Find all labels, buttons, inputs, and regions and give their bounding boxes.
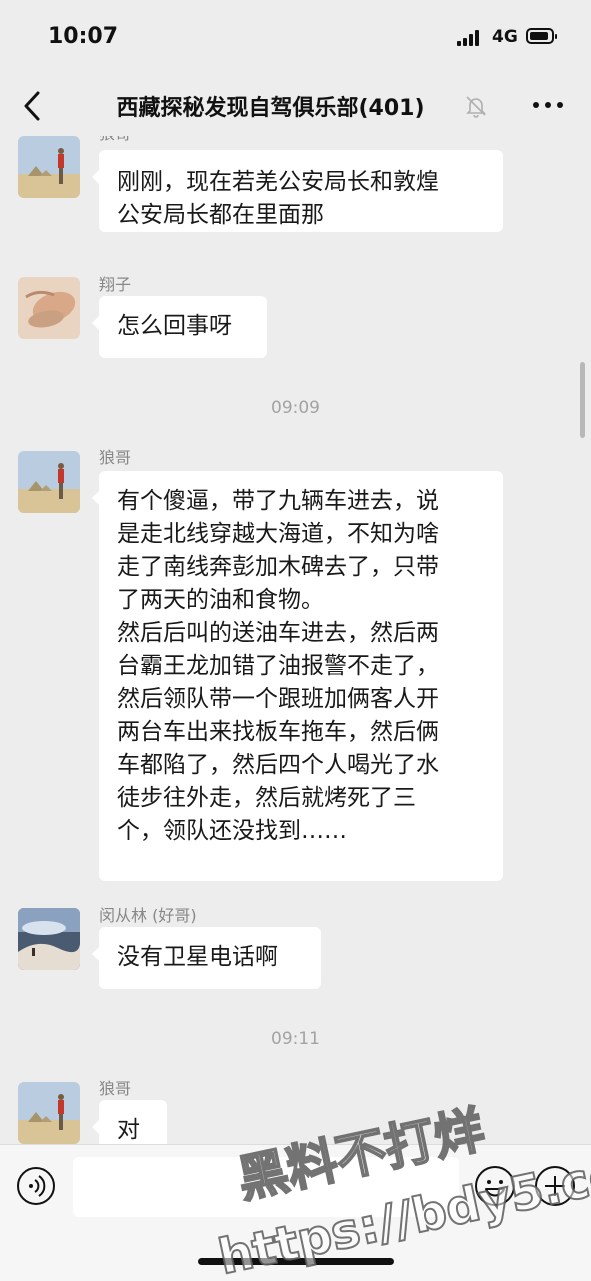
message-text: 对 <box>117 1117 140 1143</box>
message-list[interactable]: 狼哥 刚刚，现在若羌公安局长和敦煌 公安局长都在里面那 翔子 怎么回事呀 09:… <box>0 136 591 1144</box>
voice-input-icon[interactable] <box>16 1166 56 1206</box>
battery-icon <box>526 28 557 44</box>
message-bubble[interactable]: 没有卫星电话啊 <box>92 927 321 989</box>
sender-name: 闵从林 (好哥) <box>99 906 197 925</box>
status-bar: 10:07 4G <box>0 0 591 74</box>
back-arrow-icon[interactable] <box>14 86 54 126</box>
avatar[interactable] <box>18 1082 80 1144</box>
message-text: 刚刚，现在若羌公安局长和敦煌 <box>117 169 439 195</box>
sender-name: 狼哥 <box>99 136 131 144</box>
more-options-icon[interactable] <box>528 92 568 118</box>
emoji-icon[interactable] <box>474 1165 516 1207</box>
message-text: 徒步往外走，然后就烤死了三 <box>117 785 416 811</box>
message-text: 然后后叫的送油车进去，然后两 <box>117 620 439 646</box>
sender-name: 狼哥 <box>99 1079 132 1098</box>
scrollbar[interactable] <box>580 362 585 438</box>
timestamp-separator: 09:09 <box>271 398 320 418</box>
message-text: 车都陷了，然后四个人喝光了水 <box>117 752 439 778</box>
avatar[interactable] <box>18 277 80 339</box>
message-text: 有个傻逼，带了九辆车进去，说 <box>117 488 439 514</box>
message-text: 了两天的油和食物。 <box>117 587 324 613</box>
sender-name: 翔子 <box>99 275 132 294</box>
sender-name: 狼哥 <box>99 448 132 467</box>
avatar-desert-image <box>18 136 80 198</box>
avatar-desert-image <box>18 451 80 513</box>
message-text: 然后领队带一个跟班加俩客人开 <box>117 686 439 712</box>
mute-bell-icon <box>466 96 486 118</box>
message-text: 个，领队还没找到…… <box>117 818 347 844</box>
avatar[interactable] <box>18 451 80 513</box>
message-bubble[interactable]: 有个傻逼，带了九辆车进去，说 是走北线穿越大海道，不知为啥 走了南线奔彭加木碑去… <box>92 471 503 881</box>
message-text: 台霸王龙加错了油报警不走了， <box>117 653 439 679</box>
message-bubble[interactable]: 怎么回事呀 <box>92 296 267 358</box>
timestamp-separator: 09:11 <box>271 1029 320 1049</box>
message-input[interactable] <box>73 1157 459 1217</box>
message-bubble[interactable]: 刚刚，现在若羌公安局长和敦煌 公安局长都在里面那 <box>92 150 503 232</box>
chat-header: 西藏探秘发现自驾俱乐部(401) <box>0 74 591 136</box>
signal-icon <box>457 30 483 46</box>
home-indicator[interactable] <box>198 1258 394 1265</box>
message-text: 怎么回事呀 <box>117 313 232 339</box>
message-text: 是走北线穿越大海道，不知为啥 <box>117 521 439 547</box>
avatar[interactable] <box>18 136 80 198</box>
avatar-desert-image <box>18 1082 80 1144</box>
add-more-icon[interactable] <box>534 1165 576 1207</box>
avatar-hand-image <box>18 277 80 339</box>
avatar-landscape-image <box>18 908 80 970</box>
message-text: 走了南线奔彭加木碑去了，只带 <box>117 554 439 580</box>
network-type: 4G <box>492 27 518 47</box>
message-bubble[interactable]: 对 <box>92 1100 167 1144</box>
chat-title: 西藏探秘发现自驾俱乐部(401) <box>116 96 425 121</box>
message-text: 没有卫星电话啊 <box>117 944 278 970</box>
message-text: 两台车出来找板车拖车，然后俩 <box>117 719 439 745</box>
status-time: 10:07 <box>48 24 119 49</box>
avatar[interactable] <box>18 908 80 970</box>
message-text: 公安局长都在里面那 <box>117 202 324 228</box>
